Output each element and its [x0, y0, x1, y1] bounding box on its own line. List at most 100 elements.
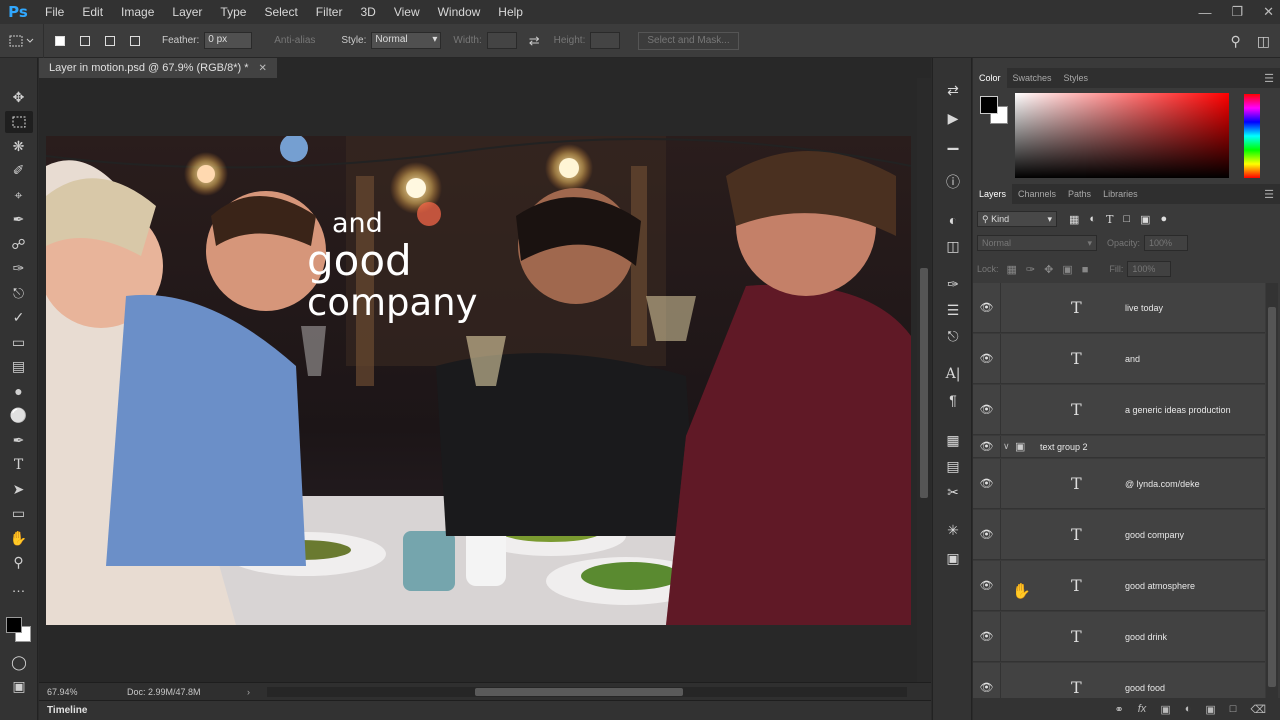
vertical-scroll-thumb[interactable]	[920, 268, 928, 498]
chevron-down-icon[interactable]: ∨	[1003, 441, 1010, 452]
doc-size-info[interactable]: Doc: 2.99M/47.8M	[103, 687, 233, 697]
delete-layer-icon[interactable]: ⌫	[1250, 703, 1266, 716]
clone-source-icon[interactable]: ⎋	[941, 324, 965, 348]
menu-view[interactable]: View	[385, 0, 429, 24]
tab-channels[interactable]: Channels	[1012, 189, 1062, 199]
brushes-icon[interactable]: ☰	[941, 298, 965, 322]
lock-icons[interactable]: ▦✑✥▣■	[1007, 263, 1098, 276]
feather-input[interactable]: 0 px	[204, 32, 253, 49]
more-tools-icon[interactable]: …	[5, 576, 33, 599]
menu-edit[interactable]: Edit	[73, 0, 112, 24]
tab-paths[interactable]: Paths	[1062, 189, 1097, 199]
adjustment-filter-icon[interactable]: ◐	[1089, 213, 1096, 226]
blur-icon[interactable]: ●	[5, 380, 33, 403]
layers-scrollbar[interactable]	[1266, 283, 1278, 703]
eye-icon[interactable]: 👁	[973, 385, 1001, 434]
path-select-icon[interactable]: ➤	[5, 478, 33, 501]
link-layers-icon[interactable]: ⚭	[1115, 703, 1124, 716]
antialias-checkbox[interactable]: Anti-alias	[274, 35, 315, 46]
notes-icon[interactable]: ▤	[941, 454, 965, 478]
foreground-swatch[interactable]	[6, 617, 22, 633]
restore-icon[interactable]: ❐	[1231, 4, 1243, 20]
pixel-filter-icon[interactable]: ▦	[1069, 213, 1079, 226]
new-group-icon[interactable]: ▣	[1205, 703, 1215, 716]
menu-type[interactable]: Type	[211, 0, 255, 24]
layer-row[interactable]: 👁 T live today	[973, 283, 1265, 333]
canvas-horizontal-scrollbar[interactable]	[267, 687, 907, 697]
select-and-mask-button[interactable]: Select and Mask...	[638, 31, 739, 50]
character-icon[interactable]: A|	[941, 362, 965, 386]
eye-icon[interactable]: 👁	[973, 561, 1001, 610]
horizontal-scroll-thumb[interactable]	[475, 688, 683, 696]
actions-play-icon[interactable]: ▶	[941, 106, 965, 130]
eye-icon[interactable]: 👁	[973, 283, 1001, 332]
shape-filter-icon[interactable]: □	[1123, 213, 1130, 226]
gradient-icon[interactable]: ▤	[5, 356, 33, 379]
status-menu-arrow-icon[interactable]: ›	[247, 687, 250, 697]
healing-icon[interactable]: ☍	[5, 233, 33, 256]
fill-input[interactable]: 100%	[1127, 261, 1172, 277]
filter-toggle-icon[interactable]: ●	[1160, 213, 1167, 226]
photo-canvas[interactable]: and good company	[46, 136, 911, 625]
histogram-icon[interactable]: ▔	[941, 144, 965, 168]
hand-icon[interactable]: ✋	[5, 527, 33, 550]
type-filter-icon[interactable]: T	[1106, 213, 1113, 226]
add-mask-icon[interactable]: ▣	[1160, 703, 1170, 716]
paragraph-icon[interactable]: ¶	[941, 388, 965, 412]
search-icon[interactable]: ⚲	[1231, 33, 1241, 50]
color-spectrum[interactable]	[1015, 93, 1229, 178]
close-icon[interactable]: ✕	[1263, 4, 1274, 20]
quick-select-icon[interactable]: ✐	[5, 160, 33, 183]
hue-slider[interactable]	[1244, 94, 1260, 178]
menu-3d[interactable]: 3D	[351, 0, 384, 24]
layers-scroll-thumb[interactable]	[1268, 307, 1276, 687]
eye-icon[interactable]: 👁	[973, 459, 1001, 508]
menu-select[interactable]: Select	[255, 0, 306, 24]
menu-image[interactable]: Image	[112, 0, 163, 24]
minimize-icon[interactable]: —	[1198, 5, 1211, 20]
layer-row[interactable]: 👁 T @ lynda.com/deke	[973, 459, 1265, 509]
color-foreground-swatch[interactable]	[980, 96, 998, 114]
timeline-tab[interactable]: Timeline	[39, 705, 95, 716]
brush-icon[interactable]: ✑	[5, 258, 33, 281]
layer-row[interactable]: 👁 T good company	[973, 510, 1265, 560]
opacity-input[interactable]: 100%	[1144, 235, 1189, 251]
layer-style-icon[interactable]: fx	[1138, 703, 1147, 715]
eye-icon[interactable]: 👁	[973, 663, 1001, 703]
eye-icon[interactable]: 👁	[973, 510, 1001, 559]
workspace-icon[interactable]: ◫	[1257, 33, 1270, 50]
zoom-field[interactable]: 67.94%	[39, 687, 103, 697]
canvas-vertical-scrollbar[interactable]	[917, 78, 931, 682]
menu-help[interactable]: Help	[489, 0, 532, 24]
tool-presets-icon[interactable]: ✂	[941, 480, 965, 504]
menu-filter[interactable]: Filter	[307, 0, 352, 24]
eye-icon[interactable]: 👁	[973, 436, 1001, 457]
lasso-icon[interactable]: ❋	[5, 135, 33, 158]
menu-file[interactable]: File	[36, 0, 73, 24]
panel-menu-icon[interactable]: ☰	[1264, 72, 1274, 85]
menu-window[interactable]: Window	[429, 0, 490, 24]
layer-comps-icon[interactable]: ▣	[941, 546, 965, 570]
canvas-area[interactable]: and good company	[39, 78, 917, 682]
layer-row[interactable]: 👁 T a generic ideas production	[973, 385, 1265, 435]
dodge-icon[interactable]: ⚪	[5, 405, 33, 428]
menu-layer[interactable]: Layer	[163, 0, 211, 24]
history-brush-icon[interactable]: ✓	[5, 307, 33, 330]
intersect-selection-button[interactable]	[126, 32, 144, 50]
pen-icon[interactable]: ✒	[5, 429, 33, 452]
tab-color[interactable]: Color	[973, 68, 1007, 88]
tab-swatches[interactable]: Swatches	[1007, 73, 1058, 83]
type-icon[interactable]: T	[5, 454, 33, 477]
marquee-icon[interactable]	[4, 110, 33, 133]
color-swatches[interactable]	[6, 615, 34, 645]
glyphs-icon[interactable]: ▦	[941, 428, 965, 452]
eye-icon[interactable]: 👁	[973, 334, 1001, 383]
crop-icon[interactable]: ⌖	[5, 184, 33, 207]
properties-icon[interactable]: ◫	[941, 234, 965, 258]
3d-panel-icon[interactable]: ✳	[941, 518, 965, 542]
zoom-icon[interactable]: ⚲	[5, 552, 33, 575]
filter-kind-select[interactable]: ⚲ Kind ▾	[977, 211, 1057, 227]
blend-mode-select[interactable]: Normal ▾	[977, 235, 1097, 251]
brush-settings-icon[interactable]: ✑	[941, 272, 965, 296]
layer-group-row[interactable]: 👁 ∨ ▣ text group 2	[973, 436, 1265, 458]
